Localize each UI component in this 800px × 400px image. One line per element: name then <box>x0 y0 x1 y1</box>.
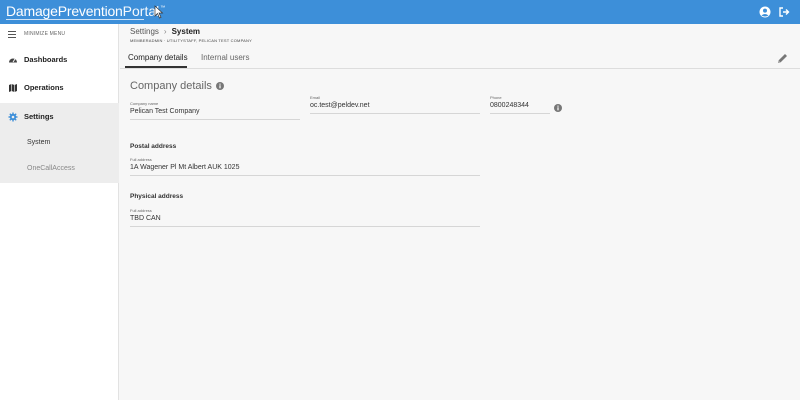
physical-address-heading: Physical address <box>130 193 184 200</box>
breadcrumb: Settings › System <box>130 27 200 36</box>
phone-field: Phone 0800248344 <box>490 95 550 114</box>
sidebar-item-settings[interactable]: Settings <box>0 103 119 131</box>
phone-label: Phone <box>490 95 502 100</box>
user-account-icon[interactable] <box>759 6 771 18</box>
postal-address-heading: Postal address <box>130 143 177 150</box>
pencil-edit-icon[interactable] <box>776 52 789 65</box>
map-icon <box>9 84 17 92</box>
tab-company-details[interactable]: Company details <box>128 53 188 62</box>
breadcrumb-settings[interactable]: Settings <box>130 27 159 36</box>
gear-icon <box>8 112 18 122</box>
active-tab-indicator <box>125 66 187 68</box>
brand-name-part1: DamagePrevention <box>6 3 123 19</box>
dashboard-icon <box>9 58 17 63</box>
company-name-value: Pelican Test Company <box>130 108 300 120</box>
breadcrumb-separator: › <box>163 27 167 36</box>
sidebar-item-label: Operations <box>24 83 64 92</box>
phone-value: 0800248344 <box>490 102 550 114</box>
tab-bar: Company details Internal users <box>120 46 800 69</box>
brand-underline <box>6 19 144 20</box>
cursor-icon <box>154 5 164 19</box>
sidebar-item-label: Settings <box>24 112 54 121</box>
role-company-subtitle: MEMBERADMIN · UTILITYSTAFF, PELICAN TEST… <box>130 38 252 43</box>
minimize-menu-label: MINIMIZE MENU <box>24 31 66 37</box>
sidebar-item-label: Dashboards <box>24 55 68 64</box>
top-bar: DamagePrevention Portal ™ <box>0 0 800 24</box>
sidebar: MINIMIZE MENU Dashboards Operations Sett… <box>0 24 119 400</box>
info-icon[interactable] <box>554 104 562 112</box>
tab-internal-users[interactable]: Internal users <box>201 53 249 62</box>
minimize-menu-button[interactable]: MINIMIZE MENU <box>0 24 119 46</box>
section-title-company-details: Company details <box>130 80 212 92</box>
company-name-label: Company name <box>130 101 159 106</box>
postal-address-field: Full address 1A Wagener Pl Mt Albert AUK… <box>130 157 480 176</box>
email-value: oc.test@peldev.net <box>310 102 480 114</box>
company-name-field: Company name Pelican Test Company <box>130 101 300 120</box>
physical-address-field: Full address TBD CAN <box>130 208 480 227</box>
logout-icon[interactable] <box>778 6 790 18</box>
sidebar-item-operations[interactable]: Operations <box>0 74 119 102</box>
physical-address-value: TBD CAN <box>130 215 480 227</box>
breadcrumb-system: System <box>171 27 201 36</box>
email-field: Email oc.test@peldev.net <box>310 95 480 114</box>
postal-address-label: Full address <box>130 157 152 162</box>
info-icon[interactable] <box>216 82 224 90</box>
main-content: Settings › System MEMBERADMIN · UTILITYS… <box>120 24 800 400</box>
submenu-item-onecallaccess[interactable]: OneCallAccess <box>27 165 75 172</box>
physical-address-label: Full address <box>130 208 152 213</box>
postal-address-value: 1A Wagener Pl Mt Albert AUK 1025 <box>130 164 480 176</box>
submenu-item-system[interactable]: System <box>27 139 50 146</box>
hamburger-icon <box>8 31 16 38</box>
settings-submenu: System OneCallAccess <box>0 131 119 183</box>
email-label: Email <box>310 95 321 100</box>
sidebar-item-dashboards[interactable]: Dashboards <box>0 46 119 74</box>
